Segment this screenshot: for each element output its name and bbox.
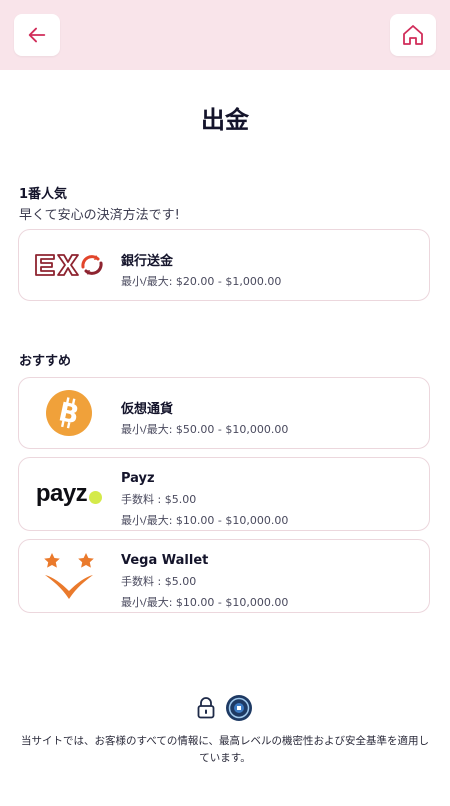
method-name: Payz bbox=[121, 471, 155, 486]
bitcoin-icon: B bbox=[19, 378, 119, 448]
security-badge-icon bbox=[226, 695, 252, 721]
method-name: 仮想通貨 bbox=[121, 402, 174, 417]
method-card-crypto[interactable]: B 仮想通貨 最小/最大: $50.00 - $10,000.00 bbox=[18, 377, 430, 449]
lock-icon bbox=[197, 697, 215, 719]
payz-logo-text: payz bbox=[35, 480, 88, 507]
method-limits: 最小/最大: $20.00 - $1,000.00 bbox=[121, 275, 282, 288]
top-bar bbox=[0, 0, 450, 70]
method-card-payz[interactable]: payz Payz 手数料 : $5.00 最小/最大: $10.00 - $1… bbox=[18, 457, 430, 531]
section-title-recommended: おすすめ bbox=[19, 354, 72, 369]
back-button[interactable] bbox=[14, 14, 60, 56]
vega-icon bbox=[19, 540, 119, 612]
section-title-popular: 1番人気 bbox=[19, 187, 68, 202]
method-card-bank-transfer[interactable]: 銀行送金 最小/最大: $20.00 - $1,000.00 bbox=[18, 229, 430, 301]
method-limits: 最小/最大: $50.00 - $10,000.00 bbox=[121, 423, 289, 436]
method-card-vega-wallet[interactable]: Vega Wallet 手数料 : $5.00 最小/最大: $10.00 - … bbox=[18, 539, 430, 613]
footer-security-icons bbox=[0, 694, 450, 722]
method-fee: 手数料 : $5.00 bbox=[121, 575, 197, 588]
ex-logo-icon bbox=[19, 230, 119, 300]
home-button[interactable] bbox=[390, 14, 436, 56]
method-name: 銀行送金 bbox=[121, 254, 174, 269]
section-subtitle-popular: 早くて安心の決済方法です! bbox=[19, 208, 180, 223]
footer-security-text: 当サイトでは、お客様のすべての情報に、最高レベルの機密性および安全基準を適用して… bbox=[20, 735, 430, 764]
arrow-left-icon bbox=[28, 27, 46, 43]
method-fee: 手数料 : $5.00 bbox=[121, 493, 197, 506]
payz-dot-icon bbox=[89, 490, 103, 504]
method-limits: 最小/最大: $10.00 - $10,000.00 bbox=[121, 514, 289, 527]
payz-logo: payz bbox=[19, 458, 119, 530]
home-icon bbox=[403, 25, 423, 45]
page-title: 出金 bbox=[201, 106, 249, 134]
method-limits: 最小/最大: $10.00 - $10,000.00 bbox=[121, 596, 289, 609]
method-name: Vega Wallet bbox=[121, 553, 209, 568]
